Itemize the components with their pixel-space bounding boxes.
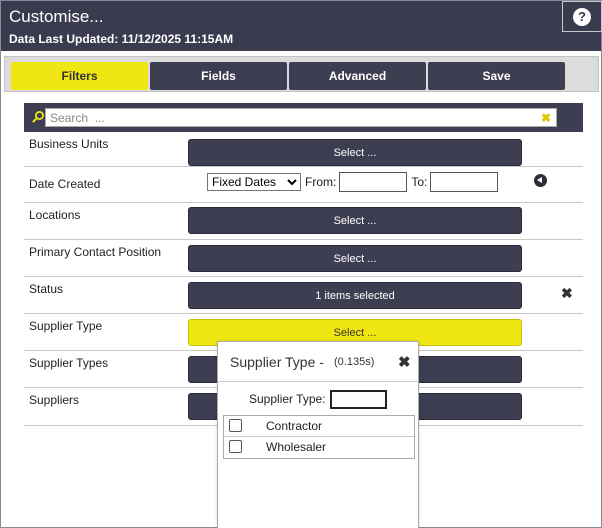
filter-row-business-units: Business Units Select ... [24,132,583,167]
business-units-select-button[interactable]: Select ... [188,139,522,166]
popup-title: Supplier Type - [230,354,324,370]
date-controls: Fixed Dates From: To: [207,172,499,192]
help-button[interactable]: ? [562,1,602,32]
close-icon[interactable]: ✖ [398,353,411,371]
filter-row-date-created: Date Created Fixed Dates From: To: [24,167,583,203]
option-checkbox[interactable] [229,419,242,432]
option-label: Wholesaler [266,440,327,454]
filter-row-status: Status 1 items selected ✖ [24,277,583,314]
tab-advanced[interactable]: Advanced [289,62,426,90]
tab-bar: Filters Fields Advanced Save [4,56,599,92]
filter-label: Status [29,282,64,296]
popup-load-time: (0.135s) [334,356,375,368]
dialog-title: Customise... [9,7,104,26]
data-last-updated: Data Last Updated: 11/12/2025 11:15AM [9,32,234,46]
locations-select-button[interactable]: Select ... [188,207,522,234]
filter-label: Primary Contact Position [29,245,162,259]
popup-filter-input[interactable] [330,390,387,409]
option-checkbox[interactable] [229,440,242,453]
status-select-button[interactable]: 1 items selected [188,282,522,309]
filter-label: Supplier Types [29,356,109,370]
search-input[interactable] [45,108,557,127]
list-item[interactable]: Contractor [224,416,414,437]
collapse-arrow-icon[interactable] [534,174,547,187]
tab-save[interactable]: Save [428,62,565,90]
option-label: Contractor [266,419,323,433]
date-mode-select[interactable]: Fixed Dates [207,173,301,191]
filter-label: Date Created [29,177,101,191]
popup-header: Supplier Type - (0.135s) ✖ [218,342,418,382]
popup-options-list: Contractor Wholesaler [223,415,415,459]
search-icon [32,111,44,123]
list-item[interactable]: Wholesaler [224,437,414,458]
filter-row-primary-contact-position: Primary Contact Position Select ... [24,240,583,277]
supplier-type-popup: Supplier Type - (0.135s) ✖ Supplier Type… [217,341,419,528]
help-icon: ? [573,8,591,26]
search-clear-icon[interactable]: ✖ [540,112,552,124]
search-bar: ✖ [24,103,583,132]
filter-label: Business Units [29,137,109,151]
tab-fields[interactable]: Fields [150,62,287,90]
to-label: To: [411,175,428,189]
primary-contact-position-select-button[interactable]: Select ... [188,245,522,272]
date-to-input[interactable] [430,172,499,192]
filter-label: Supplier Type [29,319,103,333]
filter-label: Suppliers [29,393,80,407]
title-bar: Customise... Data Last Updated: 11/12/20… [1,1,602,51]
status-clear-icon[interactable]: ✖ [561,285,573,302]
popup-filter-label: Supplier Type: [249,392,326,406]
customise-dialog: Customise... Data Last Updated: 11/12/20… [0,0,602,528]
tab-filters[interactable]: Filters [11,62,148,90]
filter-row-locations: Locations Select ... [24,203,583,240]
date-from-input[interactable] [339,172,408,192]
from-label: From: [305,175,337,189]
filter-label: Locations [29,208,81,222]
